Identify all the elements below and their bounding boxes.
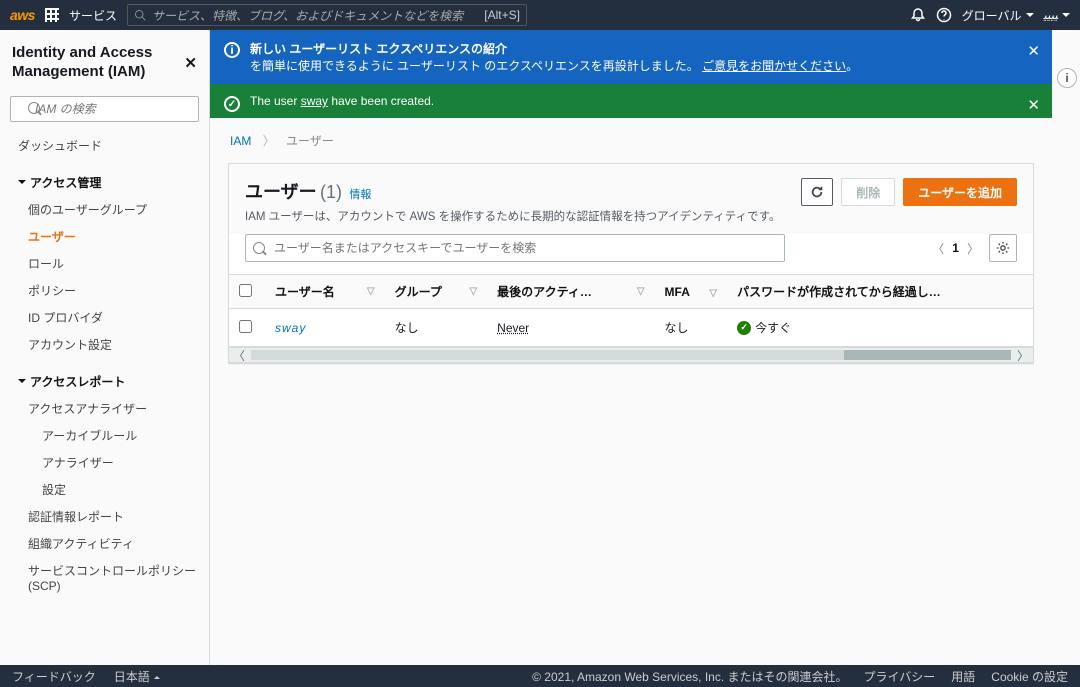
- col-group[interactable]: グループ: [385, 275, 488, 309]
- user-search-input[interactable]: [245, 234, 785, 262]
- scroll-right-icon[interactable]: 〉: [1017, 347, 1029, 364]
- aws-logo[interactable]: aws: [10, 7, 35, 23]
- sidebar-item-groups[interactable]: 個のユーザーグループ: [14, 196, 203, 223]
- search-icon: [134, 9, 146, 21]
- region-selector[interactable]: グローバル: [962, 7, 1034, 24]
- users-panel: ユーザー (1) 情報 IAM ユーザーは、アカウントで AWS を操作するため…: [228, 163, 1034, 364]
- services-link[interactable]: サービス: [69, 7, 117, 24]
- sidebar-search-input[interactable]: [10, 96, 199, 122]
- sidebar-item-dashboard[interactable]: ダッシュボード: [14, 132, 203, 159]
- content: 新しい ユーザーリスト エクスペリエンスの紹介 を簡単に使用できるように ユーザ…: [210, 30, 1052, 665]
- panel-title: ユーザー: [245, 182, 317, 202]
- info-banner-title: 新しい ユーザーリスト エクスペリエンスの紹介: [250, 40, 1016, 57]
- pager-prev-icon[interactable]: 〈: [932, 240, 944, 257]
- panel-info-toggle[interactable]: i: [1057, 68, 1077, 88]
- info-banner-body: を簡単に使用できるように ユーザーリスト のエクスペリエンスを再設計しました。 …: [250, 57, 1016, 74]
- footer-lang[interactable]: 日本語: [114, 668, 160, 685]
- sidebar-item-archive-rules[interactable]: アーカイブルール: [14, 422, 203, 449]
- sidebar-item-account-settings[interactable]: アカウント設定: [14, 331, 203, 358]
- table-row[interactable]: sway なし Never なし 今すぐ: [229, 309, 1033, 347]
- footer-privacy[interactable]: プライバシー: [864, 668, 936, 685]
- table-settings-button[interactable]: [989, 234, 1017, 262]
- panel-desc: IAM ユーザーは、アカウントで AWS を操作するために長期的な認証情報を持つ…: [245, 208, 780, 224]
- sidebar-section-access[interactable]: アクセス管理: [14, 169, 203, 196]
- panel-count: (1): [320, 182, 342, 202]
- success-banner-post: have been created.: [328, 94, 434, 108]
- pager-current: 1: [952, 241, 959, 255]
- success-banner: The user sway have been created. ✕: [210, 84, 1052, 118]
- sidebar-title: Identity and Access Management (IAM): [12, 44, 184, 82]
- sort-icon: [469, 283, 477, 297]
- row-checkbox[interactable]: [239, 320, 252, 333]
- breadcrumb-leaf: ユーザー: [286, 134, 334, 148]
- col-mfa[interactable]: MFA: [655, 275, 728, 309]
- pager: 〈 1 〉: [932, 240, 979, 257]
- global-search[interactable]: サービス、特徴、ブログ、およびドキュメントなどを検索 [Alt+S]: [127, 4, 527, 26]
- sidebar-search[interactable]: [10, 96, 199, 122]
- account-menu[interactable]: ﯿﯿﯿﯿ: [1044, 8, 1070, 23]
- sidebar-item-cred-report[interactable]: 認証情報レポート: [14, 503, 203, 530]
- breadcrumb: IAM 〉 ユーザー: [210, 118, 1052, 163]
- cell-group: なし: [385, 309, 488, 347]
- sidebar-item-org-activity[interactable]: 組織アクティビティ: [14, 530, 203, 557]
- breadcrumb-root[interactable]: IAM: [230, 134, 251, 148]
- footer-copy: © 2021, Amazon Web Services, Inc. またはその関…: [532, 668, 847, 685]
- sidebar-item-settings[interactable]: 設定: [14, 476, 203, 503]
- footer: フィードバック 日本語 © 2021, Amazon Web Services,…: [0, 665, 1080, 687]
- info-icon: [224, 42, 240, 58]
- sidebar-item-roles[interactable]: ロール: [14, 250, 203, 277]
- sidebar-section-report[interactable]: アクセスレポート: [14, 368, 203, 395]
- add-user-button[interactable]: ユーザーを追加: [903, 178, 1017, 206]
- col-pwd[interactable]: パスワードが作成されてから経過し…: [727, 275, 1033, 309]
- user-search[interactable]: [245, 234, 922, 262]
- footer-feedback[interactable]: フィードバック: [12, 668, 96, 685]
- sort-icon: [709, 285, 717, 299]
- sort-icon: [637, 283, 645, 297]
- footer-terms[interactable]: 用語: [951, 668, 975, 685]
- sidebar-item-users[interactable]: ユーザー: [14, 223, 203, 250]
- check-icon: [224, 96, 240, 112]
- cell-last: Never: [487, 309, 654, 347]
- sidebar-item-idp[interactable]: ID プロバイダ: [14, 304, 203, 331]
- users-table: ユーザー名 グループ 最後のアクティ… MFA パスワードが作成されてから経過し…: [229, 274, 1033, 347]
- sidebar-collapse-icon[interactable]: ✕: [184, 54, 197, 72]
- info-banner-close-icon[interactable]: ✕: [1027, 42, 1040, 60]
- cell-pwd: 今すぐ: [737, 319, 791, 336]
- panel-info-link[interactable]: 情報: [349, 189, 371, 201]
- global-search-placeholder: サービス、特徴、ブログ、およびドキュメントなどを検索: [152, 7, 463, 24]
- col-last[interactable]: 最後のアクティ…: [487, 275, 654, 309]
- cell-mfa: なし: [655, 309, 728, 347]
- table-header-row: ユーザー名 グループ 最後のアクティ… MFA パスワードが作成されてから経過し…: [229, 275, 1033, 309]
- info-banner-link[interactable]: ご意見をお聞かせください: [702, 59, 846, 73]
- delete-button[interactable]: 削除: [841, 178, 895, 206]
- scroll-handle[interactable]: [251, 350, 1011, 360]
- col-username[interactable]: ユーザー名: [265, 275, 385, 309]
- global-search-shortcut: [Alt+S]: [484, 8, 520, 22]
- notifications-icon[interactable]: [910, 7, 926, 23]
- horizontal-scrollbar[interactable]: 〈 〉: [229, 347, 1033, 363]
- sidebar-item-analyzer[interactable]: アナライザー: [14, 449, 203, 476]
- success-banner-pre: The user: [250, 94, 301, 108]
- sidebar-item-scp[interactable]: サービスコントロールポリシー (SCP): [14, 557, 203, 598]
- pager-next-icon[interactable]: 〉: [967, 240, 979, 257]
- info-banner: 新しい ユーザーリスト エクスペリエンスの紹介 を簡単に使用できるように ユーザ…: [210, 30, 1052, 84]
- footer-cookie[interactable]: Cookie の設定: [991, 668, 1068, 685]
- help-icon[interactable]: [936, 7, 952, 23]
- gear-icon: [996, 241, 1010, 255]
- sidebar: Identity and Access Management (IAM) ✕ ダ…: [0, 30, 210, 665]
- sidebar-item-policies[interactable]: ポリシー: [14, 277, 203, 304]
- select-all-checkbox[interactable]: [239, 284, 252, 297]
- top-nav: aws サービス サービス、特徴、ブログ、およびドキュメントなどを検索 [Alt…: [0, 0, 1080, 30]
- cell-username[interactable]: sway: [275, 321, 306, 335]
- refresh-button[interactable]: [801, 178, 833, 206]
- success-banner-close-icon[interactable]: ✕: [1027, 96, 1040, 114]
- services-grid-icon[interactable]: [45, 8, 59, 22]
- refresh-icon: [810, 185, 824, 199]
- sort-icon: [367, 283, 375, 297]
- sidebar-item-access-analyzer[interactable]: アクセスアナライザー: [14, 395, 203, 422]
- scroll-left-icon[interactable]: 〈: [233, 347, 245, 364]
- success-banner-user-link[interactable]: sway: [301, 94, 328, 108]
- chevron-right-icon: 〉: [263, 134, 275, 148]
